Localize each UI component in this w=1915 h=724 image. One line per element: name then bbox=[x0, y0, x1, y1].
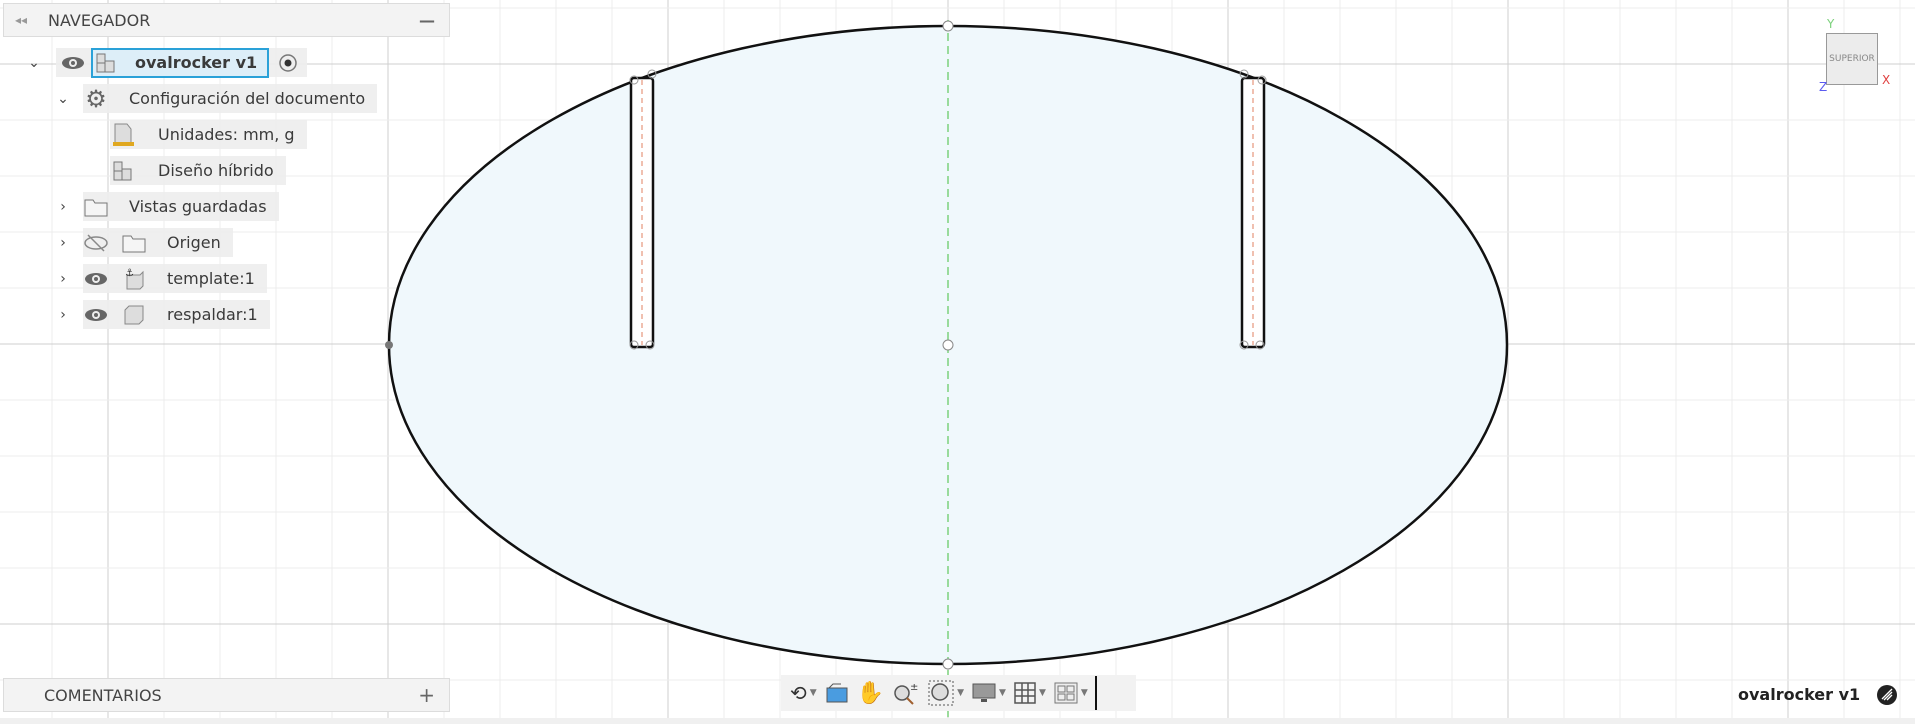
eye-icon[interactable] bbox=[83, 303, 109, 327]
svg-text:±: ± bbox=[910, 682, 918, 693]
collapse-panel-icon[interactable]: ◂◂ bbox=[4, 13, 38, 27]
top-point[interactable] bbox=[942, 20, 954, 32]
tree-item-label: Unidades: mm, g bbox=[158, 125, 295, 144]
tree-item-units[interactable]: Unidades: mm, g bbox=[110, 120, 307, 149]
axis-z-label: Z bbox=[1819, 80, 1828, 94]
folder-icon bbox=[121, 231, 147, 255]
navigation-toolbar: ⟲ ▼ ✋ ± ▼ ▼ ▼ ▼ bbox=[781, 675, 1136, 711]
zoom-icon: ± bbox=[894, 682, 918, 705]
dropdown-caret-icon: ▼ bbox=[1080, 688, 1088, 698]
sketch-status-icon[interactable] bbox=[1876, 684, 1898, 706]
activate-radio-icon[interactable] bbox=[275, 51, 301, 75]
add-comment-icon[interactable]: + bbox=[418, 683, 435, 707]
minimize-icon[interactable]: — bbox=[419, 11, 435, 30]
left-point[interactable] bbox=[385, 341, 393, 349]
eye-hidden-icon[interactable] bbox=[83, 231, 109, 255]
comments-title: COMENTARIOS bbox=[44, 685, 162, 705]
component-body-icon bbox=[121, 303, 147, 327]
orbit-icon: ⟲ bbox=[790, 681, 807, 705]
tree-item-label: Vistas guardadas bbox=[129, 197, 267, 216]
dropdown-caret-icon: ▼ bbox=[999, 688, 1006, 698]
navigator-header: ◂◂ NAVEGADOR — bbox=[3, 3, 450, 37]
svg-text:⚓: ⚓ bbox=[125, 268, 134, 279]
tree-item-hybrid-design[interactable]: Diseño híbrido bbox=[110, 156, 286, 185]
viewcube[interactable]: SUPERIOR bbox=[1826, 33, 1878, 85]
navigator-title: NAVEGADOR bbox=[48, 10, 151, 30]
tree-item-document-settings[interactable]: ⌄ ⚙ Configuración del documento bbox=[55, 84, 378, 113]
tree-item-label: respaldar:1 bbox=[167, 305, 258, 324]
hybrid-design-icon bbox=[93, 51, 119, 75]
toolbar-divider bbox=[1094, 676, 1097, 710]
viewports-icon bbox=[1054, 682, 1078, 704]
monitor-icon bbox=[972, 683, 996, 702]
chevron-down-icon[interactable]: ⌄ bbox=[26, 55, 42, 71]
grid-icon bbox=[1014, 682, 1036, 704]
chevron-right-icon[interactable]: › bbox=[55, 199, 71, 215]
tree-item-template[interactable]: › ⚓ template:1 bbox=[55, 264, 267, 293]
bottom-point[interactable] bbox=[942, 658, 954, 670]
zoom-window-icon bbox=[928, 680, 954, 706]
tree-item-label: Origen bbox=[167, 233, 221, 252]
units-document-icon bbox=[110, 123, 136, 147]
root-component-selected[interactable]: ovalrocker v1 bbox=[91, 47, 269, 78]
axis-x-label: X bbox=[1882, 73, 1891, 87]
eye-icon[interactable] bbox=[60, 51, 86, 75]
dropdown-caret-icon: ▼ bbox=[809, 688, 817, 698]
tree-root-row[interactable]: ⌄ ovalrocker v1 bbox=[26, 47, 307, 78]
eye-icon[interactable] bbox=[83, 267, 109, 291]
tree-item-saved-views[interactable]: › Vistas guardadas bbox=[55, 192, 279, 221]
chevron-down-icon[interactable]: ⌄ bbox=[55, 91, 71, 107]
pan-button[interactable]: ✋ bbox=[854, 678, 887, 708]
viewports-button[interactable]: ▼ bbox=[1051, 678, 1091, 708]
chevron-right-icon[interactable]: › bbox=[55, 235, 71, 251]
tree-item-label: Configuración del documento bbox=[129, 89, 366, 108]
display-settings-button[interactable]: ▼ bbox=[969, 678, 1009, 708]
tree-item-label: template:1 bbox=[167, 269, 255, 288]
folder-icon bbox=[83, 195, 109, 219]
right-slot[interactable] bbox=[1239, 69, 1267, 350]
center-point[interactable] bbox=[942, 339, 954, 351]
look-at-icon bbox=[826, 683, 848, 703]
hybrid-design-icon bbox=[110, 159, 136, 183]
zoom-button[interactable]: ± bbox=[889, 678, 923, 708]
left-slot[interactable] bbox=[629, 69, 657, 350]
bottom-strip bbox=[0, 718, 1915, 724]
dropdown-caret-icon: ▼ bbox=[957, 688, 965, 698]
comments-panel-header[interactable]: COMENTARIOS + bbox=[3, 678, 450, 712]
pan-hand-icon: ✋ bbox=[856, 680, 885, 706]
chevron-right-icon[interactable]: › bbox=[55, 271, 71, 287]
gear-icon: ⚙ bbox=[85, 84, 107, 113]
tree-item-label: Diseño híbrido bbox=[158, 161, 274, 180]
look-at-button[interactable] bbox=[822, 678, 852, 708]
grid-settings-button[interactable]: ▼ bbox=[1011, 678, 1049, 708]
anchored-component-icon: ⚓ bbox=[121, 267, 147, 291]
dropdown-caret-icon: ▼ bbox=[1038, 688, 1046, 698]
viewcube-face-label: SUPERIOR bbox=[1829, 54, 1875, 64]
document-name: ovalrocker v1 bbox=[1738, 685, 1861, 704]
zoom-window-button[interactable]: ▼ bbox=[925, 678, 967, 708]
root-label: ovalrocker v1 bbox=[135, 53, 258, 72]
orbit-button[interactable]: ⟲ ▼ bbox=[787, 678, 820, 708]
tree-item-respaldar[interactable]: › respaldar:1 bbox=[55, 300, 270, 329]
axis-y-label: Y bbox=[1827, 17, 1835, 31]
tree-item-origin[interactable]: › Origen bbox=[55, 228, 233, 257]
chevron-right-icon[interactable]: › bbox=[55, 307, 71, 323]
